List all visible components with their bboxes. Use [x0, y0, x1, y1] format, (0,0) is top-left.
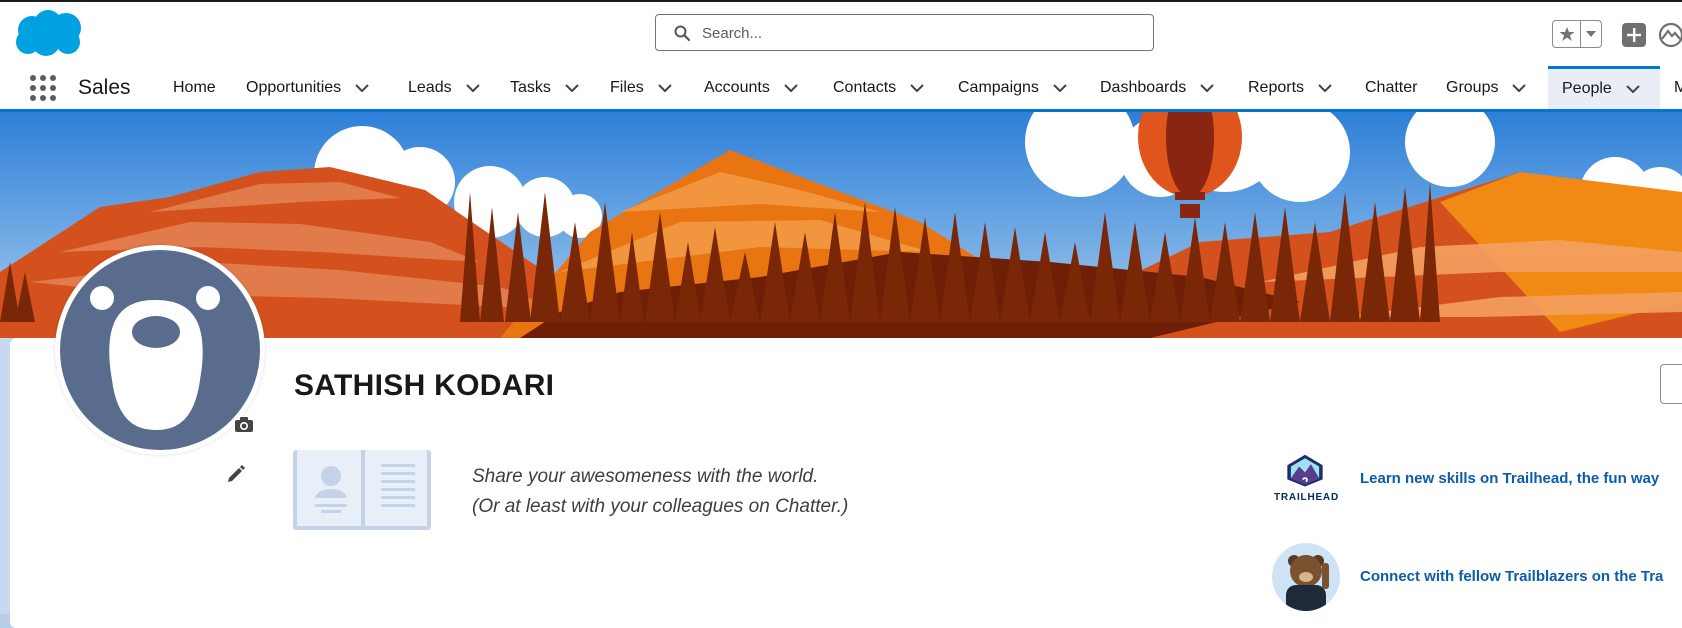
nav-item-label: Tasks — [510, 78, 551, 96]
nav-item-label: Dashboards — [1100, 78, 1187, 96]
trailblazer-bear-avatar — [1272, 543, 1340, 611]
favorites-list-button[interactable] — [1581, 21, 1601, 47]
nav-item-label: Chatter — [1365, 78, 1418, 96]
left-strip — [0, 338, 10, 614]
plus-icon — [1627, 28, 1641, 42]
nav-item-leads[interactable]: Leads — [408, 66, 480, 109]
chevron-down-icon[interactable] — [1053, 83, 1067, 92]
chevron-down-icon[interactable] — [658, 83, 672, 92]
bear-mascot-icon — [1286, 555, 1329, 611]
nav-item-label: Files — [610, 78, 644, 96]
nav-item-dashboards[interactable]: Dashboards — [1100, 66, 1214, 109]
trailblazer-community-link[interactable]: Connect with fellow Trailblazers on the … — [1360, 568, 1663, 585]
nav-item-files[interactable]: Files — [610, 66, 672, 109]
chevron-down-icon[interactable] — [465, 83, 480, 92]
search-input[interactable] — [702, 22, 1122, 44]
nav-item-label: Opportunities — [246, 78, 342, 96]
favorites-group — [1552, 20, 1602, 48]
chevron-down-icon[interactable] — [565, 83, 579, 92]
nav-item-label: M — [1674, 78, 1682, 96]
share-prompt-line-1: Share your awesomeness with the world. — [472, 466, 819, 487]
nav-item-opportunities[interactable]: Opportunities — [246, 66, 369, 109]
nav-item-label: Accounts — [704, 78, 770, 96]
chevron-down-icon[interactable] — [1512, 83, 1527, 92]
profile-action-button[interactable] — [1660, 364, 1682, 404]
nav-item-label: Leads — [408, 78, 452, 96]
nav-item-accounts[interactable]: Accounts — [704, 66, 798, 109]
app-navigation-bar: Sales Home Opportunities Leads Tasks Fil… — [0, 66, 1682, 112]
salesforce-cloud-logo[interactable] — [12, 8, 86, 60]
nav-item-label: Contacts — [833, 78, 897, 96]
favorites-star-button[interactable] — [1553, 21, 1582, 47]
nav-item-reports[interactable]: Reports — [1248, 66, 1332, 109]
chevron-down-icon[interactable] — [1626, 85, 1640, 93]
nav-item-label: Reports — [1248, 78, 1305, 96]
nav-item-tasks[interactable]: Tasks — [510, 66, 579, 109]
app-launcher-icon[interactable] — [29, 74, 57, 102]
global-actions-button[interactable] — [1622, 23, 1646, 47]
camera-icon[interactable] — [235, 416, 253, 432]
chevron-down-icon[interactable] — [1318, 83, 1332, 92]
chevron-down-icon[interactable] — [784, 83, 798, 92]
caret-down-icon — [1586, 31, 1597, 37]
chevron-down-icon[interactable] — [1200, 83, 1214, 92]
trailhead-logo-text: TRAILHEAD — [1274, 492, 1339, 503]
pencil-edit-icon[interactable] — [226, 464, 246, 484]
share-prompt: Share your awesomeness with the world. (… — [472, 462, 848, 522]
global-search-box[interactable] — [655, 14, 1154, 51]
trailhead-logo-icon — [1287, 454, 1323, 487]
chevron-down-icon[interactable] — [355, 83, 369, 92]
chevron-down-icon[interactable] — [910, 83, 924, 92]
nav-item-home[interactable]: Home — [173, 66, 216, 109]
open-book-icon — [293, 450, 431, 530]
nav-item-label: Home — [173, 78, 216, 96]
nav-item-campaigns[interactable]: Campaigns — [958, 66, 1067, 109]
nav-item-contacts[interactable]: Contacts — [833, 66, 924, 109]
global-header — [0, 0, 1682, 66]
nav-item-groups[interactable]: Groups — [1446, 66, 1527, 109]
trailhead-icon[interactable] — [1658, 22, 1682, 48]
nav-item-people[interactable]: People — [1548, 66, 1660, 109]
trailhead-learn-link[interactable]: Learn new skills on Trailhead, the fun w… — [1360, 470, 1659, 487]
avatar[interactable] — [55, 245, 265, 455]
profile-name: SATHISH KODARI — [294, 369, 555, 402]
nav-item-more[interactable]: M — [1674, 66, 1682, 109]
default-bear-avatar-icon — [90, 286, 220, 430]
nav-item-label: People — [1562, 80, 1612, 97]
search-icon — [674, 25, 690, 41]
nav-item-label: Campaigns — [958, 78, 1039, 96]
nav-item-label: Groups — [1446, 78, 1499, 96]
share-prompt-line-2: (Or at least with your colleagues on Cha… — [472, 496, 849, 517]
star-icon — [1559, 27, 1575, 41]
nav-item-chatter[interactable]: Chatter — [1365, 66, 1417, 109]
app-name: Sales — [78, 76, 131, 99]
